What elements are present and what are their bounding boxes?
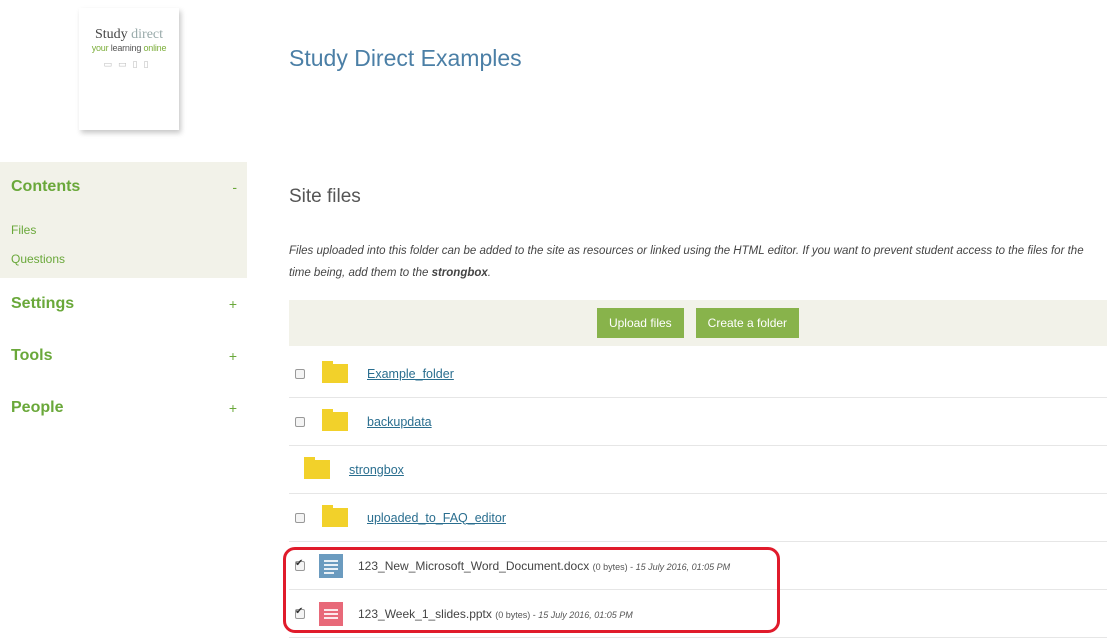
sidebar-section-tools[interactable]: Tools + bbox=[0, 330, 247, 382]
devices-icon: ▭▭▯▯ bbox=[103, 59, 155, 69]
collapse-icon[interactable]: - bbox=[232, 179, 237, 195]
sidebar-section-people[interactable]: People + bbox=[0, 382, 247, 434]
file-entry[interactable]: 123_New_Microsoft_Word_Document.docx (0 … bbox=[358, 559, 730, 573]
sidebar-section-label: People bbox=[11, 399, 64, 416]
file-entry[interactable]: 123_Week_1_slides.pptx (0 bytes) - 15 Ju… bbox=[358, 607, 633, 621]
file-toolbar: Upload files Create a folder bbox=[289, 300, 1107, 346]
file-list: Example_folder backupdata strongbox uplo… bbox=[289, 350, 1107, 638]
create-folder-button[interactable]: Create a folder bbox=[695, 308, 800, 338]
folder-row: Example_folder bbox=[289, 350, 1107, 398]
folder-row: uploaded_to_FAQ_editor bbox=[289, 494, 1107, 542]
folder-icon bbox=[322, 505, 348, 527]
expand-icon[interactable]: + bbox=[229, 400, 237, 416]
file-date: 15 July 2016, 01:05 PM bbox=[635, 561, 731, 572]
folder-link[interactable]: uploaded_to_FAQ_editor bbox=[367, 511, 506, 525]
powerpoint-icon bbox=[319, 601, 343, 626]
folder-icon bbox=[322, 361, 348, 383]
page-heading: Site files bbox=[289, 186, 361, 207]
row-checkbox[interactable] bbox=[295, 368, 305, 379]
row-checkbox[interactable] bbox=[295, 606, 305, 619]
file-row: 123_New_Microsoft_Word_Document.docx (0 … bbox=[289, 542, 1107, 590]
folder-link[interactable]: strongbox bbox=[349, 463, 404, 477]
folder-link[interactable]: backupdata bbox=[367, 415, 432, 429]
sidebar-item-questions[interactable]: Questions bbox=[11, 245, 247, 274]
row-checkbox[interactable] bbox=[295, 416, 305, 427]
expand-icon[interactable]: + bbox=[229, 296, 237, 312]
file-date: 15 July 2016, 01:05 PM bbox=[538, 609, 633, 620]
sidebar-item-files[interactable]: Files bbox=[11, 216, 247, 245]
word-document-icon bbox=[319, 553, 343, 578]
study-direct-logo[interactable]: Study direct your learning online ▭▭▯▯ bbox=[79, 8, 179, 130]
folder-icon bbox=[322, 409, 348, 431]
file-name[interactable]: 123_Week_1_slides.pptx bbox=[358, 607, 492, 621]
sidebar-section-contents[interactable]: Contents - bbox=[0, 162, 247, 212]
contents-submenu: Files Questions bbox=[0, 212, 247, 278]
logo-wordmark: Study direct bbox=[94, 27, 164, 42]
folder-icon bbox=[304, 457, 330, 479]
file-size: (0 bytes) bbox=[495, 609, 531, 620]
file-name[interactable]: 123_New_Microsoft_Word_Document.docx bbox=[358, 559, 589, 573]
folder-link[interactable]: Example_folder bbox=[367, 367, 454, 381]
logo-tagline: your learning online bbox=[91, 43, 167, 53]
intro-text: Files uploaded into this folder can be a… bbox=[289, 245, 1084, 279]
upload-files-button[interactable]: Upload files bbox=[596, 308, 684, 338]
sidebar: Contents - Files Questions Settings + To… bbox=[0, 162, 247, 434]
folder-row: strongbox bbox=[289, 446, 1107, 494]
file-size: (0 bytes) bbox=[592, 561, 628, 572]
sidebar-section-label: Contents bbox=[11, 178, 81, 195]
file-row: 123_Week_1_slides.pptx (0 bytes) - 15 Ju… bbox=[289, 590, 1107, 638]
sidebar-section-settings[interactable]: Settings + bbox=[0, 278, 247, 330]
expand-icon[interactable]: + bbox=[229, 348, 237, 364]
sidebar-section-label: Settings bbox=[11, 295, 75, 312]
strongbox-emphasis: strongbox bbox=[431, 267, 488, 279]
sidebar-section-label: Tools bbox=[11, 347, 53, 364]
row-checkbox[interactable] bbox=[295, 558, 305, 571]
site-title[interactable]: Study Direct Examples bbox=[289, 45, 522, 72]
row-checkbox[interactable] bbox=[295, 512, 305, 523]
folder-row: backupdata bbox=[289, 398, 1107, 446]
